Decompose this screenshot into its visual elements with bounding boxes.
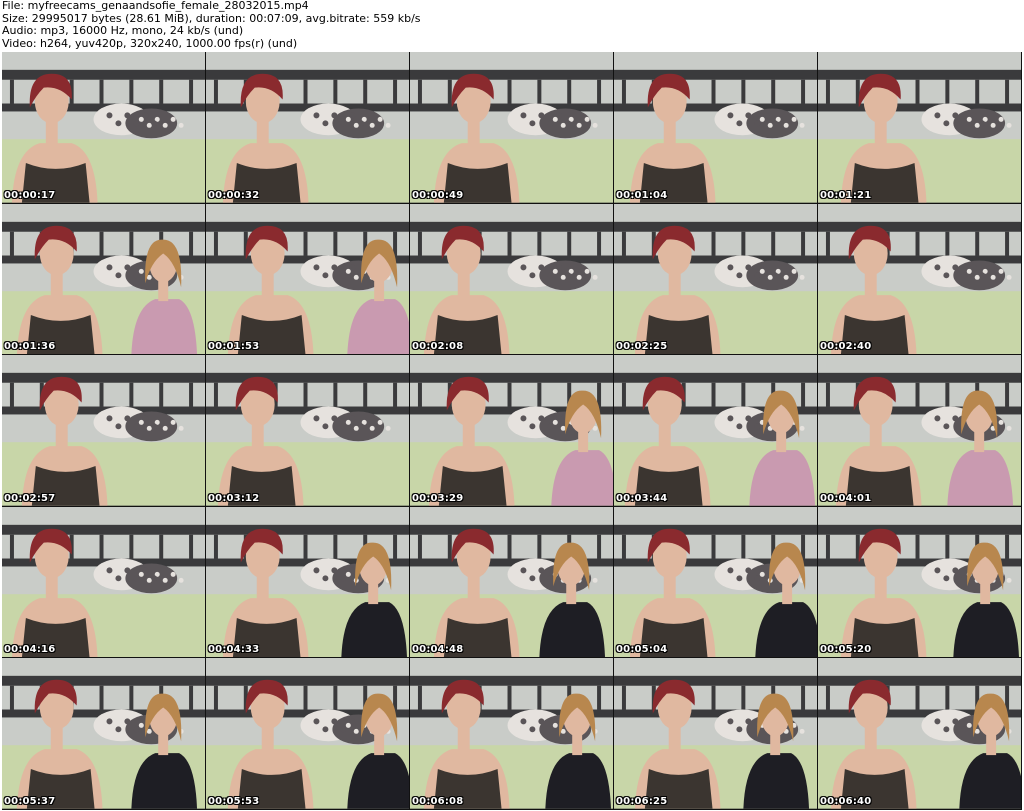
thumbnail-frame bbox=[410, 658, 613, 809]
thumbnail-frame bbox=[614, 658, 817, 809]
thumbnail-timestamp: 00:01:21 bbox=[820, 189, 872, 201]
thumbnail-timestamp: 00:02:25 bbox=[616, 341, 668, 353]
thumbnail-timestamp: 00:01:53 bbox=[208, 341, 260, 353]
thumbnail-frame bbox=[2, 52, 205, 203]
file-info-header: File: myfreecams_genaandsofie_female_280… bbox=[2, 0, 1022, 52]
thumbnail-timestamp: 00:00:32 bbox=[208, 189, 260, 201]
thumbnail-frame bbox=[818, 52, 1021, 203]
thumbnail-timestamp: 00:05:04 bbox=[616, 644, 668, 656]
thumbnail-frame bbox=[410, 355, 613, 506]
thumbnail-timestamp: 00:03:29 bbox=[412, 492, 464, 504]
thumbnail-timestamp: 00:06:40 bbox=[820, 795, 872, 807]
thumbnail-timestamp: 00:01:04 bbox=[616, 189, 668, 201]
contact-sheet: File: myfreecams_genaandsofie_female_280… bbox=[0, 0, 1024, 811]
video-info-line: Video: h264, yuv420p, 320x240, 1000.00 f… bbox=[2, 36, 298, 50]
video-thumbnail: 00:04:48 bbox=[410, 506, 614, 659]
video-thumbnail: 00:05:04 bbox=[614, 506, 818, 659]
thumbnail-timestamp: 00:05:53 bbox=[208, 795, 260, 807]
video-thumbnail: 00:02:25 bbox=[614, 203, 818, 356]
video-thumbnail: 00:04:16 bbox=[2, 506, 206, 659]
thumbnail-timestamp: 00:04:33 bbox=[208, 644, 260, 656]
thumbnail-timestamp: 00:05:20 bbox=[820, 644, 872, 656]
video-thumbnail: 00:06:40 bbox=[818, 658, 1022, 810]
thumbnail-timestamp: 00:03:44 bbox=[616, 492, 668, 504]
thumbnail-frame bbox=[206, 658, 409, 809]
video-thumbnail: 00:06:08 bbox=[410, 658, 614, 810]
video-thumbnail: 00:01:36 bbox=[2, 203, 206, 356]
video-thumbnail: 00:01:04 bbox=[614, 52, 818, 204]
thumbnail-timestamp: 00:00:17 bbox=[4, 189, 56, 201]
thumbnail-timestamp: 00:00:49 bbox=[412, 189, 464, 201]
thumbnail-grid: 00:00:17 00:00:32 00:00:49 00:01:04 00:01:21… bbox=[2, 52, 1022, 810]
thumbnail-timestamp: 00:06:08 bbox=[412, 795, 464, 807]
thumbnail-timestamp: 00:04:48 bbox=[412, 644, 464, 656]
video-thumbnail: 00:05:37 bbox=[2, 658, 206, 810]
video-thumbnail: 00:01:21 bbox=[818, 52, 1022, 204]
video-thumbnail: 00:02:08 bbox=[410, 203, 614, 356]
thumbnail-frame bbox=[206, 52, 409, 203]
thumbnail-frame bbox=[2, 355, 205, 506]
thumbnail-frame bbox=[206, 506, 409, 658]
thumbnail-timestamp: 00:02:40 bbox=[820, 341, 872, 353]
file-name-line: File: myfreecams_genaandsofie_female_280… bbox=[2, 0, 309, 12]
thumbnail-frame bbox=[614, 355, 817, 506]
thumbnail-frame bbox=[818, 203, 1021, 355]
thumbnail-frame bbox=[410, 203, 613, 355]
video-thumbnail: 00:02:57 bbox=[2, 355, 206, 507]
thumbnail-frame bbox=[614, 506, 817, 658]
thumbnail-timestamp: 00:04:16 bbox=[4, 644, 56, 656]
thumbnail-frame bbox=[410, 52, 613, 203]
thumbnail-frame bbox=[818, 506, 1021, 658]
video-thumbnail: 00:06:25 bbox=[614, 658, 818, 810]
video-thumbnail: 00:04:33 bbox=[206, 506, 410, 659]
audio-info-line: Audio: mp3, 16000 Hz, mono, 24 kb/s (und… bbox=[2, 24, 244, 37]
thumbnail-timestamp: 00:01:36 bbox=[4, 341, 56, 353]
video-thumbnail: 00:00:32 bbox=[206, 52, 410, 204]
thumbnail-timestamp: 00:06:25 bbox=[616, 795, 668, 807]
thumbnail-timestamp: 00:04:01 bbox=[820, 492, 872, 504]
thumbnail-timestamp: 00:02:57 bbox=[4, 492, 56, 504]
video-thumbnail: 00:00:17 bbox=[2, 52, 206, 204]
video-thumbnail: 00:02:40 bbox=[818, 203, 1022, 356]
thumbnail-frame bbox=[614, 52, 817, 203]
thumbnail-frame bbox=[2, 658, 205, 809]
thumbnail-frame bbox=[2, 203, 205, 355]
thumbnail-frame bbox=[206, 355, 409, 506]
thumbnail-frame bbox=[818, 658, 1021, 809]
thumbnail-timestamp: 00:05:37 bbox=[4, 795, 56, 807]
thumbnail-frame bbox=[2, 506, 205, 658]
thumbnail-timestamp: 00:02:08 bbox=[412, 341, 464, 353]
thumbnail-frame bbox=[818, 355, 1021, 506]
thumbnail-frame bbox=[410, 506, 613, 658]
video-thumbnail: 00:03:44 bbox=[614, 355, 818, 507]
thumbnail-timestamp: 00:03:12 bbox=[208, 492, 260, 504]
video-thumbnail: 00:05:53 bbox=[206, 658, 410, 810]
video-thumbnail: 00:03:12 bbox=[206, 355, 410, 507]
thumbnail-frame bbox=[614, 203, 817, 355]
thumbnail-frame bbox=[206, 203, 409, 355]
video-thumbnail: 00:03:29 bbox=[410, 355, 614, 507]
video-thumbnail: 00:01:53 bbox=[206, 203, 410, 356]
video-thumbnail: 00:04:01 bbox=[818, 355, 1022, 507]
video-thumbnail: 00:05:20 bbox=[818, 506, 1022, 659]
video-thumbnail: 00:00:49 bbox=[410, 52, 614, 204]
